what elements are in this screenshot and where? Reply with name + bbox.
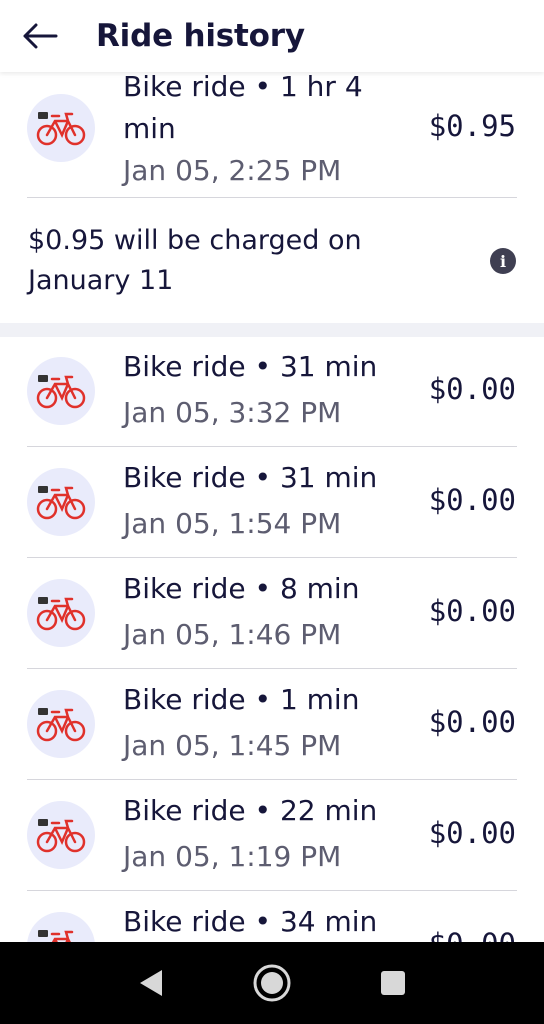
ride-item[interactable]: Bike ride • 31 min Jan 05, 1:54 PM $0.00 — [0, 447, 544, 558]
ride-price: $0.00 — [428, 483, 516, 517]
bike-icon-wrap — [27, 357, 95, 425]
triangle-back-icon — [139, 970, 162, 996]
ride-item[interactable]: Bike ride • 1 min Jan 05, 1:45 PM $0.00 — [0, 669, 544, 780]
nav-back-button[interactable] — [126, 958, 176, 1008]
ride-datetime: Jan 05, 1:19 PM — [123, 840, 342, 873]
ride-item[interactable]: Bike ride • 34 min $0.00 — [0, 891, 544, 942]
section-divider — [0, 323, 544, 337]
ride-list[interactable]: Bike ride • 1 hr 4 min Jan 05, 2:25 PM $… — [0, 72, 544, 942]
square-recents-icon — [381, 971, 406, 995]
ride-price: $0.00 — [428, 372, 516, 406]
bike-icon-wrap — [27, 801, 95, 869]
divider — [27, 197, 517, 198]
ride-title: Bike ride • 31 min — [123, 350, 378, 383]
ride-price: $0.00 — [428, 594, 516, 628]
nav-home-button[interactable] — [247, 958, 297, 1008]
bike-icon — [36, 375, 86, 409]
bike-icon — [36, 112, 86, 146]
bike-icon-wrap — [27, 94, 95, 162]
ride-datetime: Jan 05, 1:45 PM — [123, 729, 342, 762]
bike-icon-wrap — [27, 579, 95, 647]
ride-price: $0.00 — [428, 816, 516, 850]
charge-notice: $0.95 will be charged on January 11 i — [0, 199, 544, 321]
arrow-left-icon — [23, 23, 58, 49]
back-button[interactable] — [22, 11, 82, 61]
bike-icon-wrap — [27, 912, 95, 942]
ride-item[interactable]: Bike ride • 8 min Jan 05, 1:46 PM $0.00 — [0, 558, 544, 669]
ride-title: Bike ride • 8 min — [123, 572, 360, 605]
ride-title: Bike ride • 1 min — [123, 683, 360, 716]
bike-icon — [36, 486, 86, 520]
circle-home-icon — [253, 964, 291, 1002]
ride-item-pending[interactable]: Bike ride • 1 hr 4 min Jan 05, 2:25 PM $… — [0, 72, 544, 198]
ride-datetime: Jan 05, 1:54 PM — [123, 507, 342, 540]
ride-price: $0.00 — [428, 705, 516, 739]
bike-icon-wrap — [27, 690, 95, 758]
bike-icon — [36, 819, 86, 853]
charge-notice-text: $0.95 will be charged on January 11 — [28, 225, 362, 296]
ride-title: Bike ride • 22 min — [123, 794, 378, 827]
info-icon[interactable]: i — [490, 248, 516, 274]
nav-recents-button[interactable] — [368, 958, 418, 1008]
bike-icon — [36, 708, 86, 742]
ride-item[interactable]: Bike ride • 22 min Jan 05, 1:19 PM $0.00 — [0, 780, 544, 891]
ride-title: Bike ride • 31 min — [123, 461, 378, 494]
ride-price: $0.00 — [429, 927, 516, 942]
android-nav-bar — [0, 942, 544, 1024]
bike-icon-wrap — [27, 468, 95, 536]
bike-icon — [38, 930, 74, 942]
ride-title: Bike ride • 34 min — [123, 905, 378, 938]
app-header: Ride history — [0, 0, 544, 72]
ride-datetime: Jan 05, 3:32 PM — [123, 396, 342, 429]
ride-datetime: Jan 05, 1:46 PM — [123, 618, 342, 651]
ride-datetime: Jan 05, 2:25 PM — [123, 154, 342, 187]
ride-price: $0.95 — [428, 109, 516, 143]
bike-icon — [36, 597, 86, 631]
page-title: Ride history — [96, 18, 305, 54]
ride-item[interactable]: Bike ride • 31 min Jan 05, 3:32 PM $0.00 — [0, 336, 544, 447]
ride-title: Bike ride • 1 hr 4 min — [123, 72, 363, 145]
